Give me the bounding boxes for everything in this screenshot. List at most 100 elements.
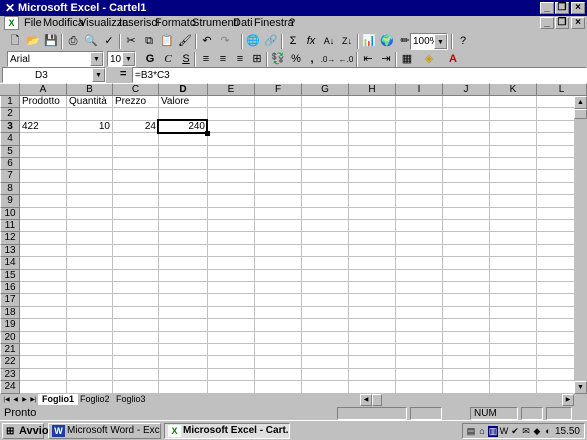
column-header-a[interactable]: A (20, 83, 67, 96)
formula-equals-button[interactable]: = (120, 68, 126, 80)
column-header-h[interactable]: H (349, 83, 396, 96)
font-color-icon[interactable]: A (444, 51, 462, 68)
align-right-icon[interactable]: ≡ (231, 51, 249, 68)
row-header-16[interactable]: 16 (0, 282, 20, 295)
column-header-i[interactable]: I (396, 83, 443, 96)
row-header-5[interactable]: 5 (0, 145, 20, 158)
fill-handle[interactable] (205, 131, 210, 137)
row-header-20[interactable]: 20 (0, 331, 20, 344)
title-bar[interactable]: ✕ Microsoft Excel - Cartel1 _ ❐ × (0, 0, 587, 16)
align-center-icon[interactable]: ≡ (214, 51, 232, 68)
formula-input[interactable]: =B3*C3 (132, 67, 587, 83)
row-header-21[interactable]: 21 (0, 344, 20, 357)
doc-close-button[interactable]: × (571, 17, 585, 29)
print-icon[interactable]: ⎙ (64, 33, 82, 50)
cell-a3[interactable]: 422 (22, 121, 64, 133)
column-header-e[interactable]: E (208, 83, 255, 96)
merge-center-icon[interactable]: ⊞ (248, 51, 266, 68)
sort-descending-icon[interactable]: Z↓ (338, 33, 356, 50)
row-header-14[interactable]: 14 (0, 257, 20, 270)
tray-network-icon[interactable]: ⌂ (477, 426, 487, 437)
row-header-12[interactable]: 12 (0, 232, 20, 245)
open-icon[interactable]: 📂 (24, 33, 42, 50)
web-toolbar-icon[interactable]: 🌐 (244, 33, 262, 50)
sheet-tab-foglio1[interactable]: Foglio1 (38, 394, 78, 405)
row-header-1[interactable]: 1 (0, 96, 20, 109)
column-header-b[interactable]: B (67, 83, 113, 96)
tray-monitor-icon[interactable]: ◐ (543, 426, 553, 437)
increase-indent-icon[interactable]: ⇥ (377, 51, 395, 68)
paste-icon[interactable]: 📋 (158, 33, 176, 50)
row-header-13[interactable]: 13 (0, 244, 20, 258)
hyperlink-icon[interactable]: 🔗 (262, 33, 280, 50)
save-icon[interactable]: 💾 (42, 33, 60, 50)
row-header-19[interactable]: 19 (0, 319, 20, 332)
sort-ascending-icon[interactable]: A↓ (320, 33, 338, 50)
currency-icon[interactable]: 💱 (269, 51, 287, 68)
column-header-g[interactable]: G (302, 83, 349, 96)
close-button[interactable]: × (571, 2, 585, 14)
fill-color-icon[interactable]: ◈ (420, 51, 438, 68)
doc-minimize-button[interactable]: _ (540, 17, 554, 29)
column-header-d[interactable]: D (159, 83, 208, 96)
chevron-down-icon[interactable]: ▼ (122, 52, 135, 66)
menu-inserisci[interactable]: Inserisci (119, 17, 159, 29)
tray-app-icon[interactable]: ✉ (521, 426, 531, 437)
spelling-icon[interactable]: ✓ (100, 33, 118, 50)
row-header-4[interactable]: 4 (0, 133, 20, 146)
row-header-6[interactable]: 6 (0, 158, 20, 171)
cell-b3[interactable]: 10 (69, 121, 110, 133)
row-header-7[interactable]: 7 (0, 170, 20, 183)
column-header-l[interactable]: L (537, 83, 587, 96)
column-header-j[interactable]: J (443, 83, 490, 96)
sheet-tab-foglio3[interactable]: Foglio3 (112, 394, 150, 405)
font-select[interactable]: Arial ▼ (7, 51, 104, 67)
tray-volume-icon[interactable]: ◆ (532, 426, 542, 437)
excel-app-icon[interactable]: ✕ (3, 1, 17, 15)
chart-wizard-icon[interactable]: 📊 (360, 33, 378, 50)
cell-d1[interactable]: Valore (161, 96, 205, 108)
cell-c3[interactable]: 24 (115, 121, 156, 133)
scroll-left-icon[interactable]: ◀ (360, 394, 372, 406)
tray-input-icon[interactable]: ▥ (488, 426, 498, 437)
zoom-select[interactable]: 100% ▼ (410, 33, 448, 50)
scroll-thumb[interactable] (574, 109, 587, 119)
start-button[interactable]: ⊞ Avvio (2, 423, 49, 439)
redo-icon[interactable]: ↷ (216, 33, 234, 50)
chevron-down-icon[interactable]: ▼ (92, 68, 105, 82)
align-left-icon[interactable]: ≡ (197, 51, 215, 68)
row-header-24[interactable]: 24 (0, 381, 20, 394)
column-header-k[interactable]: K (490, 83, 537, 96)
scroll-right-icon[interactable]: ▶ (562, 394, 574, 406)
taskbar-word-button[interactable]: WMicrosoft Word - Excel.doc (48, 423, 161, 439)
row-header-8[interactable]: 8 (0, 182, 20, 196)
cell-c1[interactable]: Prezzo (115, 96, 156, 108)
copy-icon[interactable]: ⧉ (140, 33, 158, 50)
name-box[interactable]: D3 ▼ (2, 67, 106, 83)
underline-button[interactable]: S (177, 51, 195, 68)
row-header-11[interactable]: 11 (0, 220, 20, 233)
undo-icon[interactable]: ↶ (198, 33, 216, 50)
italic-button[interactable]: C (159, 51, 177, 68)
row-header-2[interactable]: 2 (0, 108, 20, 121)
map-icon[interactable]: 🌍 (378, 33, 396, 50)
horizontal-scrollbar[interactable]: ◀ ▶ (360, 394, 574, 406)
tray-app-icon[interactable]: ▤ (466, 426, 476, 437)
worksheet-grid[interactable]: ABCDEFGHIJKL 1 2 3 4 5 6 7 8 9 10 11 12 13 14 15 16 17 18… (0, 83, 587, 394)
column-header-c[interactable]: C (113, 83, 159, 96)
doc-restore-button[interactable]: ❐ (555, 17, 569, 29)
chevron-down-icon[interactable]: ▼ (90, 52, 103, 66)
row-header-10[interactable]: 10 (0, 207, 20, 220)
taskbar-excel-button[interactable]: X Microsoft Excel - Cart... (164, 423, 290, 439)
sheet-tab-foglio2[interactable]: Foglio2 (76, 394, 114, 405)
cell-a1[interactable]: Prodotto (22, 96, 64, 108)
scroll-up-icon[interactable]: ▲ (574, 96, 587, 109)
hscroll-thumb[interactable] (372, 394, 382, 406)
cut-icon[interactable]: ✂ (122, 33, 140, 50)
row-header-3[interactable]: 3 (0, 120, 20, 134)
menu-finestra[interactable]: Finestra (254, 17, 294, 29)
prev-sheet-icon[interactable]: ◀ (11, 395, 20, 405)
column-header-f[interactable]: F (255, 83, 302, 96)
tray-antivirus-icon[interactable]: ✔ (510, 426, 520, 437)
new-icon[interactable]: 🗋 (6, 33, 24, 50)
